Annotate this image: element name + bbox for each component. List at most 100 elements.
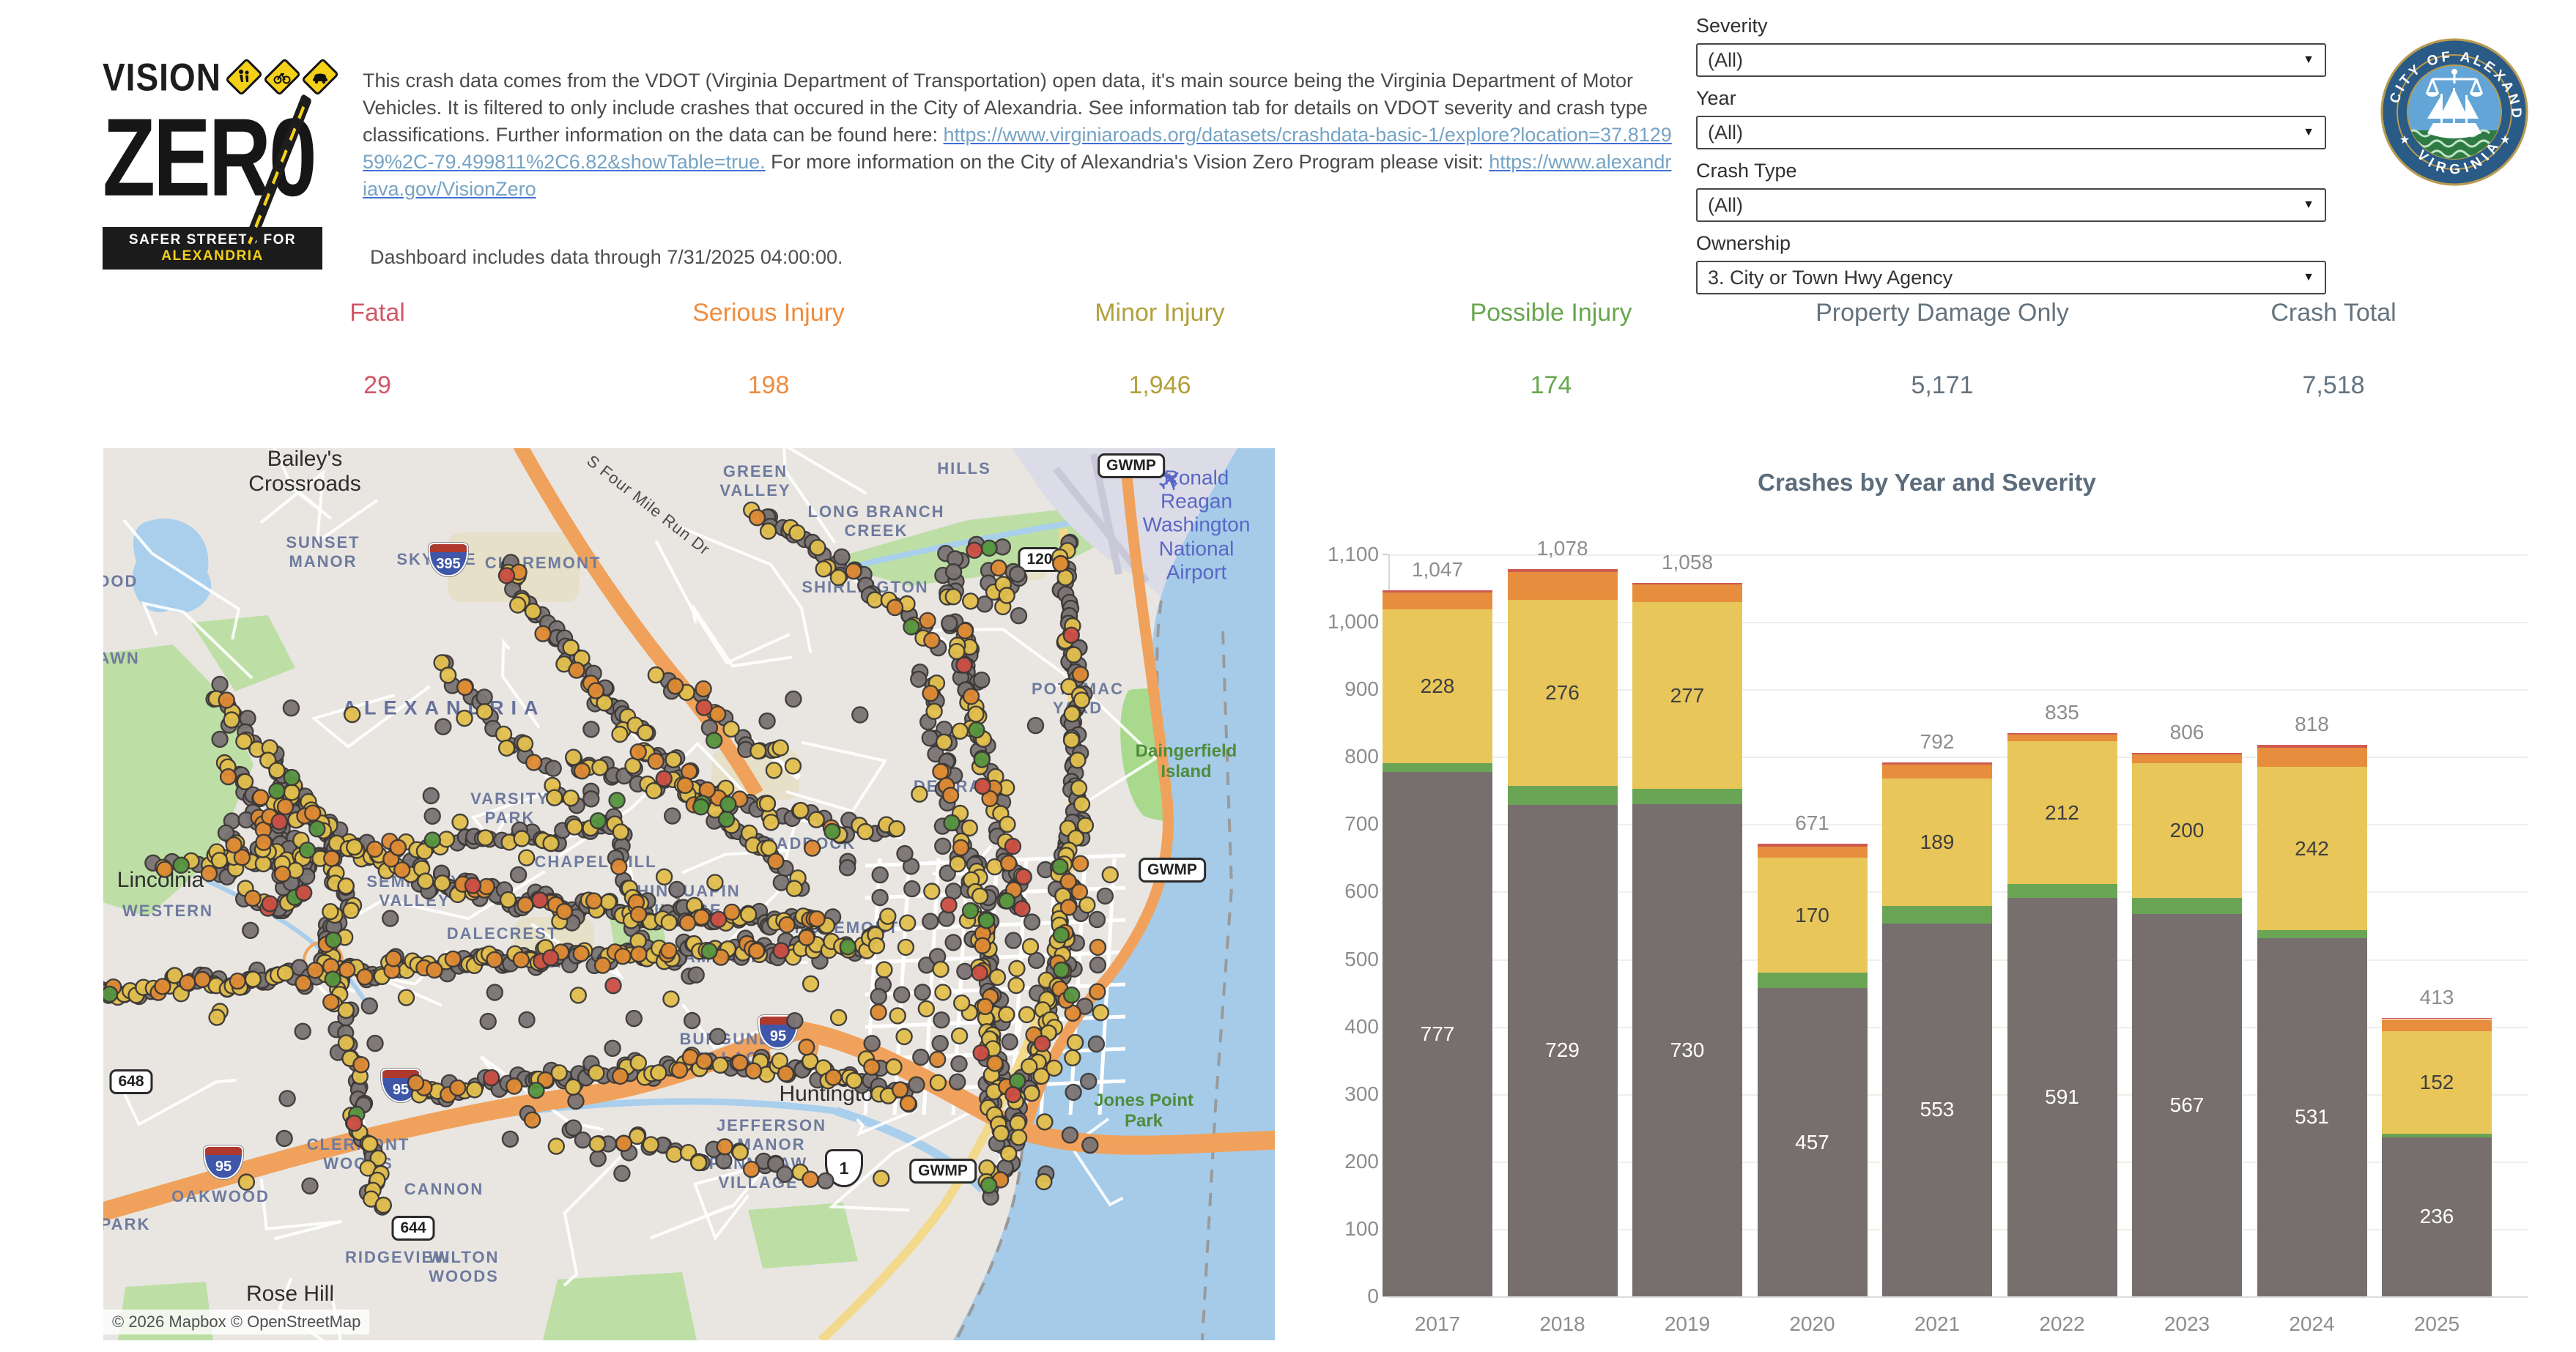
x-axis-label: 2020 (1750, 1312, 1875, 1336)
y-axis-tick-label: 1,100 (1328, 543, 1379, 566)
x-axis-label: 2025 (2375, 1312, 2499, 1336)
map-place-label: DELTA (519, 953, 577, 972)
filter-year: Year (All) ▼ (1696, 87, 2326, 149)
kpi-fatal: Fatal 29 (182, 299, 573, 400)
map-place-label: OAKWOOD (171, 1187, 270, 1206)
bar-segment-label: 729 (1508, 1039, 1618, 1062)
bar-segment-label: 228 (1383, 675, 1492, 698)
bar-segment[interactable] (1508, 569, 1618, 572)
ownership-dropdown[interactable]: 3. City or Town Hwy Agency ▼ (1696, 261, 2326, 294)
chevron-down-icon: ▼ (2303, 53, 2314, 67)
kpi-serious-injury-value: 198 (573, 371, 964, 400)
bar-segment-label: 236 (2382, 1205, 2492, 1228)
x-axis-label: 2017 (1375, 1312, 1500, 1336)
bar-segment[interactable] (1508, 572, 1618, 600)
bar-segment[interactable] (2132, 754, 2242, 763)
bar-segment-label: 730 (1632, 1039, 1742, 1062)
bar-segment[interactable] (1383, 590, 1492, 593)
y-axis-tick-label: 700 (1328, 812, 1379, 836)
map-place-label: GREEN VALLEY (719, 462, 791, 500)
bar-segment[interactable] (2382, 1018, 2492, 1019)
map-place-label: DEL RAY (914, 777, 993, 796)
x-axis-label: 2019 (1625, 1312, 1750, 1336)
logo-top-row: VISION (103, 57, 322, 97)
filter-severity: Severity (All) ▼ (1696, 15, 2326, 77)
bar-segment[interactable] (2132, 753, 2242, 754)
year-dropdown[interactable]: (All) ▼ (1696, 116, 2326, 149)
y-axis-tick-label: 400 (1328, 1015, 1379, 1039)
bar-segment[interactable] (2257, 748, 2367, 767)
x-axis-label: 2023 (2125, 1312, 2249, 1336)
bar-segment[interactable] (1383, 593, 1492, 609)
bar-total-label: 1,047 (1375, 558, 1500, 582)
bar-segment-label: 553 (1882, 1098, 1992, 1121)
map-place-label: PARK (103, 1215, 150, 1234)
map-place-label: SHIRLINGTON (802, 578, 928, 597)
bar-segment-label: 277 (1632, 684, 1742, 707)
road-shield-95: 95 (758, 1015, 798, 1049)
bar-segment-label: 212 (2007, 801, 2117, 825)
pedestrians-sign-icon (225, 58, 263, 96)
bar-segment[interactable] (2132, 898, 2242, 914)
bar-segment[interactable] (2007, 733, 2117, 735)
bar-total-label: 1,058 (1625, 551, 1750, 574)
city-of-alexandria-seal: CITY OF ALEXANDRIA VIRGINIA ★ ★ (2379, 37, 2530, 187)
map-place-label: Ronald Reagan Washington National Airpor… (1143, 467, 1251, 584)
road-shield-gwmp: GWMP (1139, 858, 1206, 883)
vision-zero-logo: VISION ZER0 SAFER STREETS FOR ALEXANDRIA (103, 57, 322, 270)
bar-segment-label: 567 (2132, 1093, 2242, 1117)
y-axis-tick-label: 0 (1328, 1285, 1379, 1308)
bar-segment[interactable] (1882, 765, 1992, 778)
map-place-label: Lincolnia (117, 868, 204, 893)
bar-segment[interactable] (1758, 844, 1868, 847)
intro-part2: For more information on the City of Alex… (766, 151, 1489, 173)
svg-text:★: ★ (2399, 134, 2410, 146)
kpi-crash-total: Crash Total 7,518 (2138, 299, 2529, 400)
bar-segment[interactable] (1508, 786, 1618, 805)
y-axis-tick-label: 900 (1328, 677, 1379, 701)
bar-segment-label: 276 (1508, 681, 1618, 705)
kpi-property-damage-label: Property Damage Only (1747, 299, 2138, 327)
bar-segment[interactable] (1632, 583, 1742, 585)
logo-vision-text: VISION (103, 54, 221, 100)
map-place-label: OAKLAWN (103, 649, 140, 668)
bar-segment[interactable] (1383, 763, 1492, 773)
bar-segment[interactable] (1632, 789, 1742, 803)
bar-segment-label: 591 (2007, 1085, 2117, 1109)
bar-segment-label: 457 (1758, 1131, 1868, 1154)
filter-crash-type-label: Crash Type (1696, 160, 2326, 182)
kpi-fatal-label: Fatal (182, 299, 573, 327)
x-axis-label: 2018 (1500, 1312, 1625, 1336)
road-shield-gwmp: GWMP (1098, 453, 1165, 478)
severity-dropdown[interactable]: (All) ▼ (1696, 43, 2326, 77)
map-place-label: WESTERN (122, 902, 213, 921)
map-place-label: RIDGEVIEW (345, 1248, 451, 1267)
road-shield-gwmp: GWMP (909, 1159, 977, 1184)
bar-segment[interactable] (1882, 762, 1992, 765)
kpi-crash-total-value: 7,518 (2138, 371, 2529, 400)
filter-ownership-label: Ownership (1696, 232, 2326, 255)
bar-segment[interactable] (2007, 735, 2117, 741)
crash-type-dropdown[interactable]: (All) ▼ (1696, 188, 2326, 222)
bar-segment[interactable] (1632, 584, 1742, 602)
map-place-label: VARSITY PARK (470, 790, 549, 828)
bar-segment[interactable] (2257, 930, 2367, 938)
bar-segment[interactable] (1758, 973, 1868, 988)
crashes-by-year-chart: Crashes by Year and Severity 01002003004… (1311, 469, 2576, 1352)
map-place-label: CANNON (404, 1180, 484, 1199)
bar-segment[interactable] (2007, 884, 2117, 897)
filter-crash-type: Crash Type (All) ▼ (1696, 160, 2326, 222)
bar-segment[interactable] (2257, 745, 2367, 749)
map-place-label: PENN DAW VILLAGE (709, 1154, 808, 1192)
filter-severity-label: Severity (1696, 15, 2326, 37)
kpi-possible-injury-label: Possible Injury (1355, 299, 1747, 327)
crash-map[interactable]: ✈ Bailey's CrossroadsGREEN VALLEYHILLSLO… (103, 448, 1275, 1340)
bar-segment[interactable] (1758, 847, 1868, 858)
bar-total-label: 413 (2375, 986, 2499, 1009)
bar-segment[interactable] (2382, 1134, 2492, 1137)
bar-total-label: 792 (1875, 730, 1999, 754)
map-place-label: Huntington (779, 1082, 885, 1107)
bar-segment[interactable] (1882, 906, 1992, 924)
bar-total-label: 818 (2250, 713, 2375, 736)
bar-segment[interactable] (2382, 1019, 2492, 1032)
